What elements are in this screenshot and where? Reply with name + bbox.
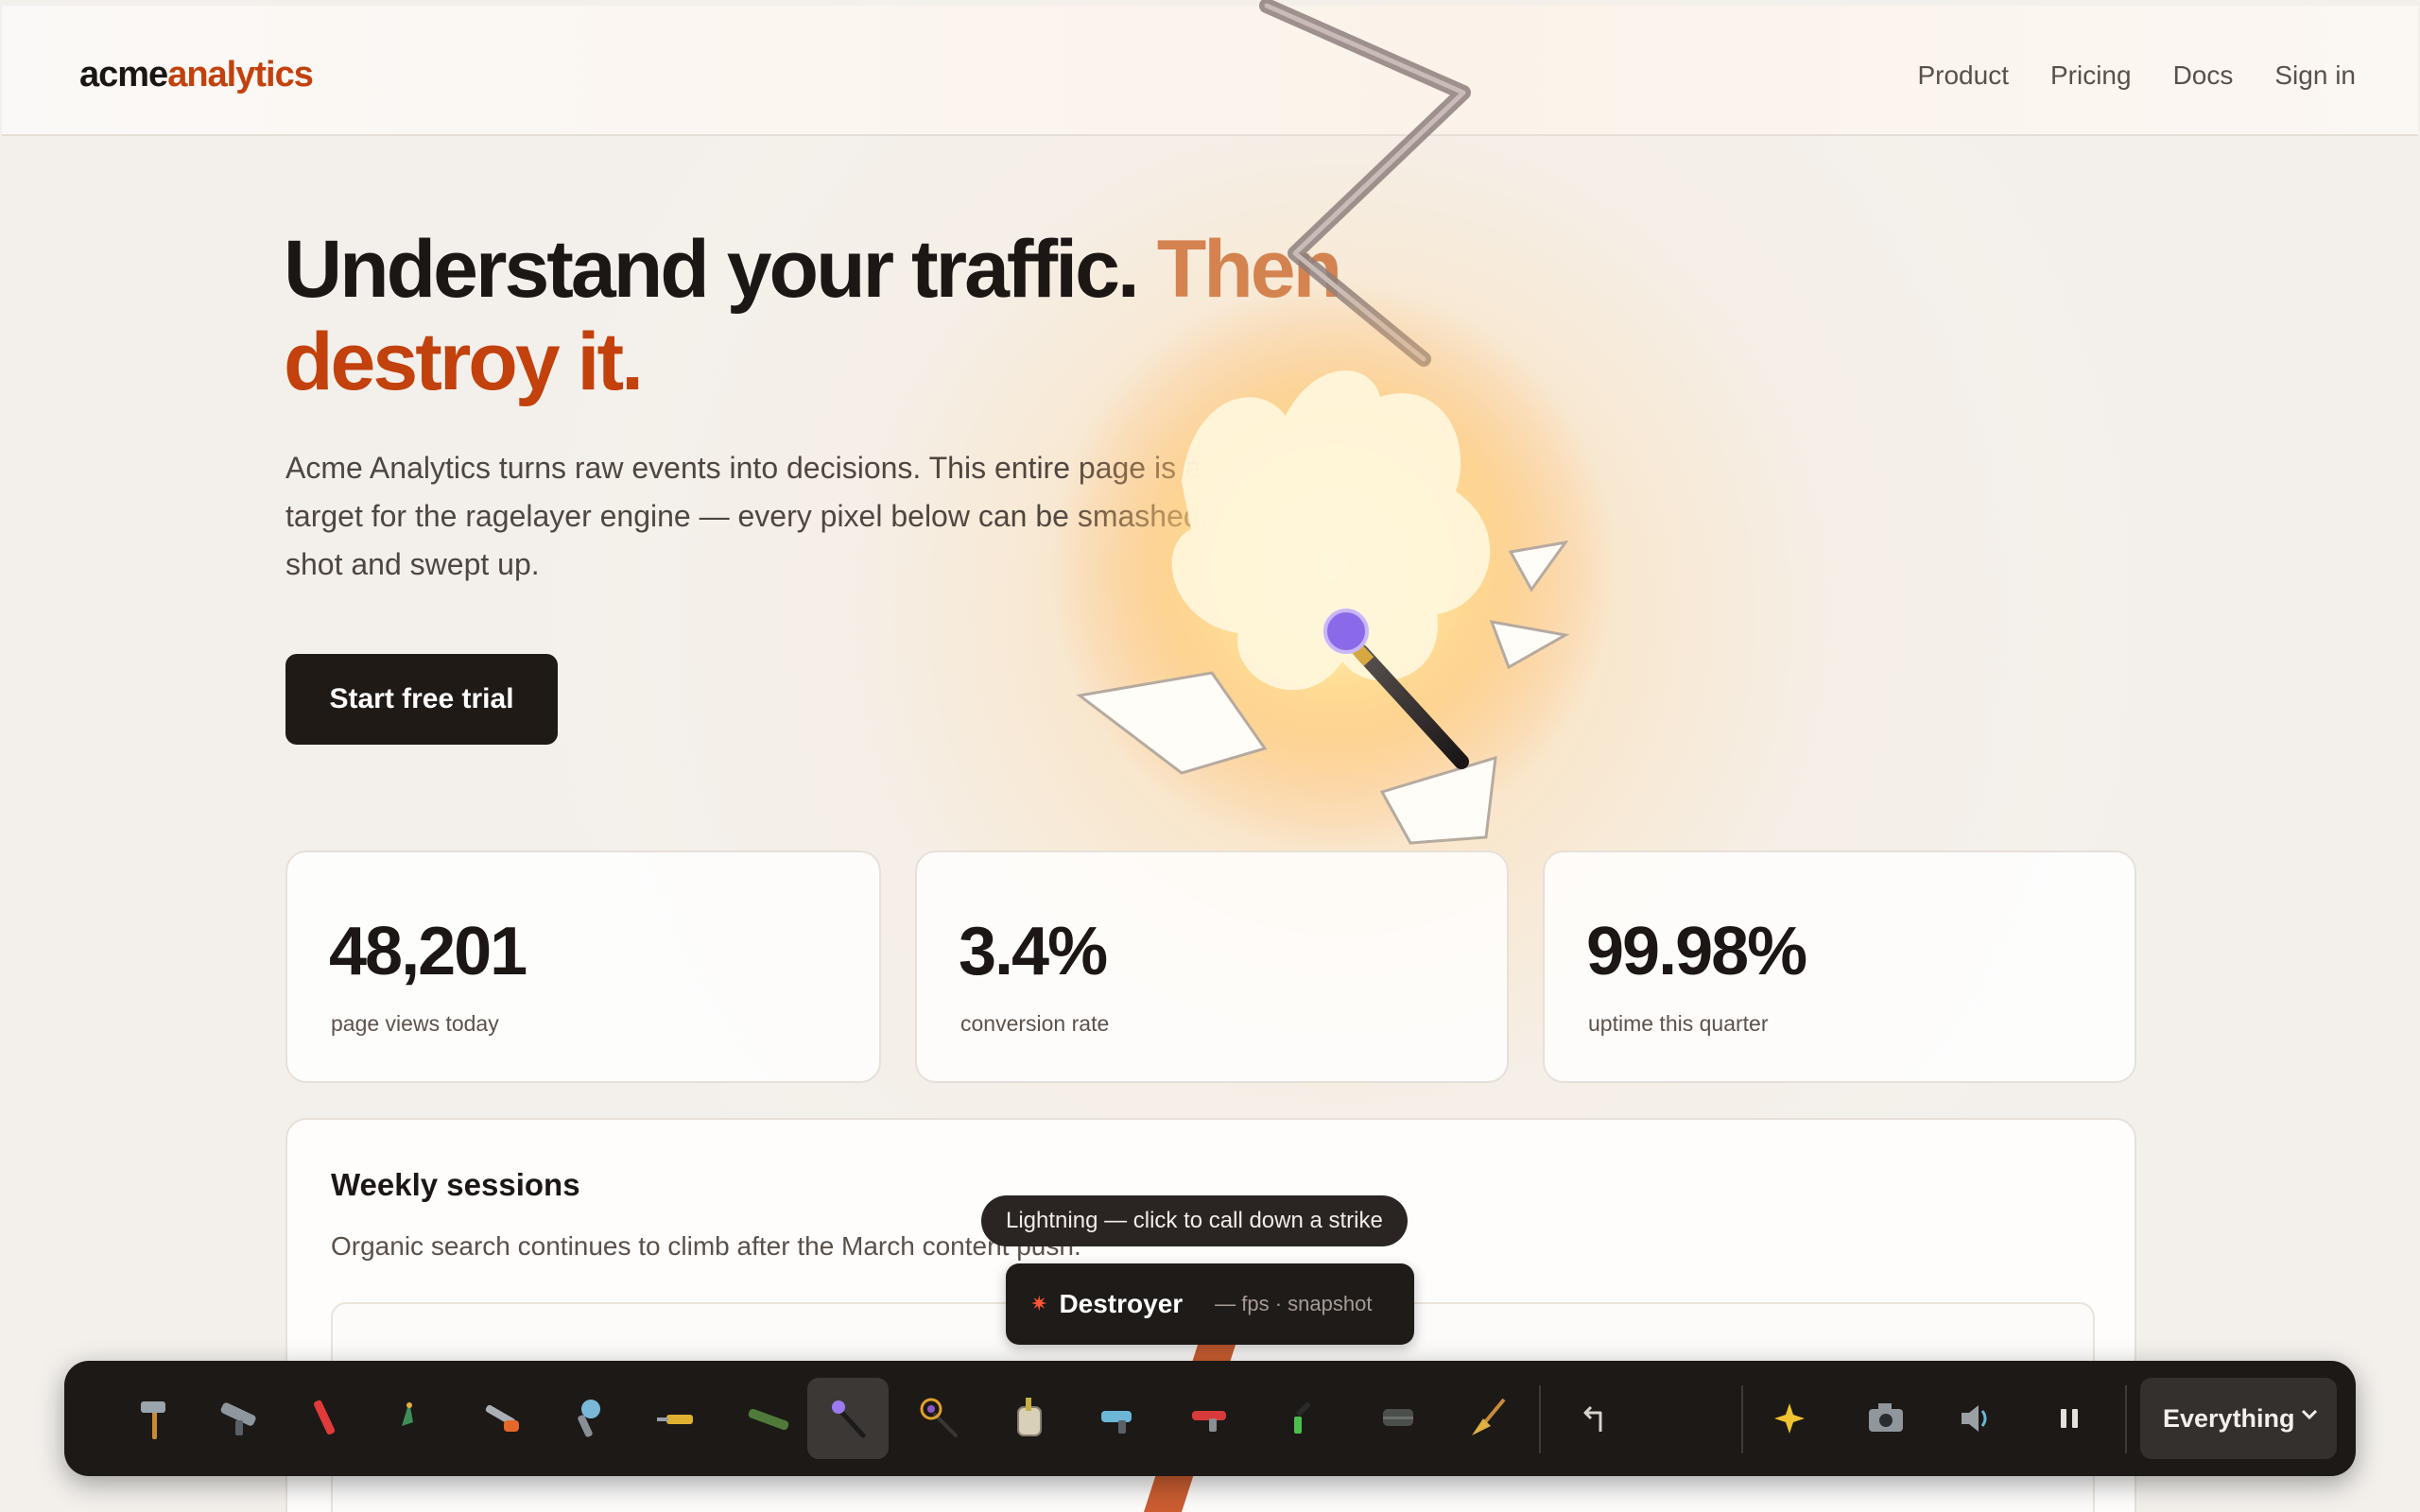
hero-subtitle-line: Acme Analytics turns raw events into dec… — [285, 451, 1201, 485]
panel-title: Weekly sessions — [331, 1167, 580, 1202]
nav-links: Product Pricing Docs Sign in — [1917, 60, 2356, 91]
broom-icon[interactable] — [1446, 1378, 1528, 1459]
spark-icon: ✷ — [1030, 1292, 1048, 1315]
nav-link-docs[interactable]: Docs — [2173, 60, 2234, 91]
drill-icon[interactable] — [637, 1378, 718, 1459]
gun-icon[interactable] — [199, 1378, 280, 1459]
toolbar-divider — [1741, 1385, 1743, 1453]
start-free-trial-button[interactable]: Start free trial — [285, 654, 558, 745]
scope-select[interactable]: Everything — [2140, 1378, 2337, 1459]
hammer-icon[interactable] — [113, 1378, 195, 1459]
laser-gun-icon[interactable] — [1170, 1378, 1252, 1459]
nav-link-pricing[interactable]: Pricing — [2050, 60, 2132, 91]
top-nav: acmeanalytics Product Pricing Docs Sign … — [2, 6, 2418, 136]
status-meta: — fps · snapshot — [1215, 1292, 1373, 1315]
chevron-down-icon — [2301, 1409, 2318, 1420]
scope-select-value: Everything — [2163, 1403, 2295, 1433]
bazooka-icon[interactable] — [728, 1378, 809, 1459]
toolbar-divider — [1539, 1385, 1541, 1453]
destroyer-status-pill: ✷ Destroyer — fps · snapshot — [1006, 1263, 1414, 1345]
hero-title-accent-destroy: destroy it. — [284, 317, 644, 407]
destroyer-toolbar: Everything — [64, 1361, 2356, 1476]
hero-subtitle-line: target for the ragelayer engine — every … — [285, 499, 1209, 533]
brand-logo-part1: acme — [79, 55, 168, 94]
stat-value: 3.4% — [959, 914, 1108, 989]
camera-icon[interactable] — [1845, 1378, 1927, 1459]
panel-subtitle: Organic search continues to climb after … — [331, 1231, 1081, 1261]
feather-icon[interactable] — [369, 1378, 450, 1459]
stat-label: conversion rate — [960, 1011, 1110, 1036]
hero-title-accent-then: Then — [1156, 224, 1342, 315]
sparkles-icon[interactable] — [1753, 1378, 1834, 1459]
stat-card-conversion: 3.4% conversion rate — [915, 850, 1509, 1083]
lightning-wand-icon[interactable] — [807, 1378, 889, 1459]
hero-subtitle: Acme Analytics turns raw events into dec… — [285, 444, 1250, 589]
status-name: Destroyer — [1059, 1289, 1184, 1318]
undo-icon[interactable] — [1556, 1378, 1637, 1459]
freeze-gun-icon[interactable] — [1078, 1378, 1159, 1459]
speaker-icon[interactable] — [1936, 1378, 2017, 1459]
brand-logo[interactable]: acmeanalytics — [79, 55, 314, 95]
stat-value: 99.98% — [1586, 914, 1807, 989]
hero-title: Understand your traffic. Then destroy it… — [284, 223, 1512, 408]
acid-jar-icon[interactable] — [989, 1378, 1070, 1459]
stat-value: 48,201 — [329, 914, 527, 989]
stat-label: uptime this quarter — [1588, 1011, 1769, 1036]
marker-icon[interactable] — [284, 1378, 365, 1459]
spray-can-icon[interactable] — [1261, 1378, 1342, 1459]
nav-link-product[interactable]: Product — [1917, 60, 2009, 91]
tool-tooltip: Lightning — click to call down a strike — [981, 1195, 1408, 1246]
stat-card-page-views: 48,201 page views today — [285, 850, 881, 1083]
hero-title-main: Understand your traffic. — [284, 224, 1140, 315]
hero-subtitle-line: shot and swept up. — [285, 547, 540, 581]
nav-link-sign-in[interactable]: Sign in — [2274, 60, 2356, 91]
toolbar-divider — [2125, 1385, 2127, 1453]
eraser-icon[interactable] — [1357, 1378, 1439, 1459]
brand-logo-part2: analytics — [167, 55, 314, 94]
vortex-wand-icon[interactable] — [898, 1378, 979, 1459]
stat-card-uptime: 99.98% uptime this quarter — [1543, 850, 2136, 1083]
flamethrower-icon[interactable] — [546, 1378, 628, 1459]
chainsaw-icon[interactable] — [461, 1378, 543, 1459]
pause-icon[interactable] — [2029, 1378, 2110, 1459]
stat-label: page views today — [331, 1011, 499, 1036]
